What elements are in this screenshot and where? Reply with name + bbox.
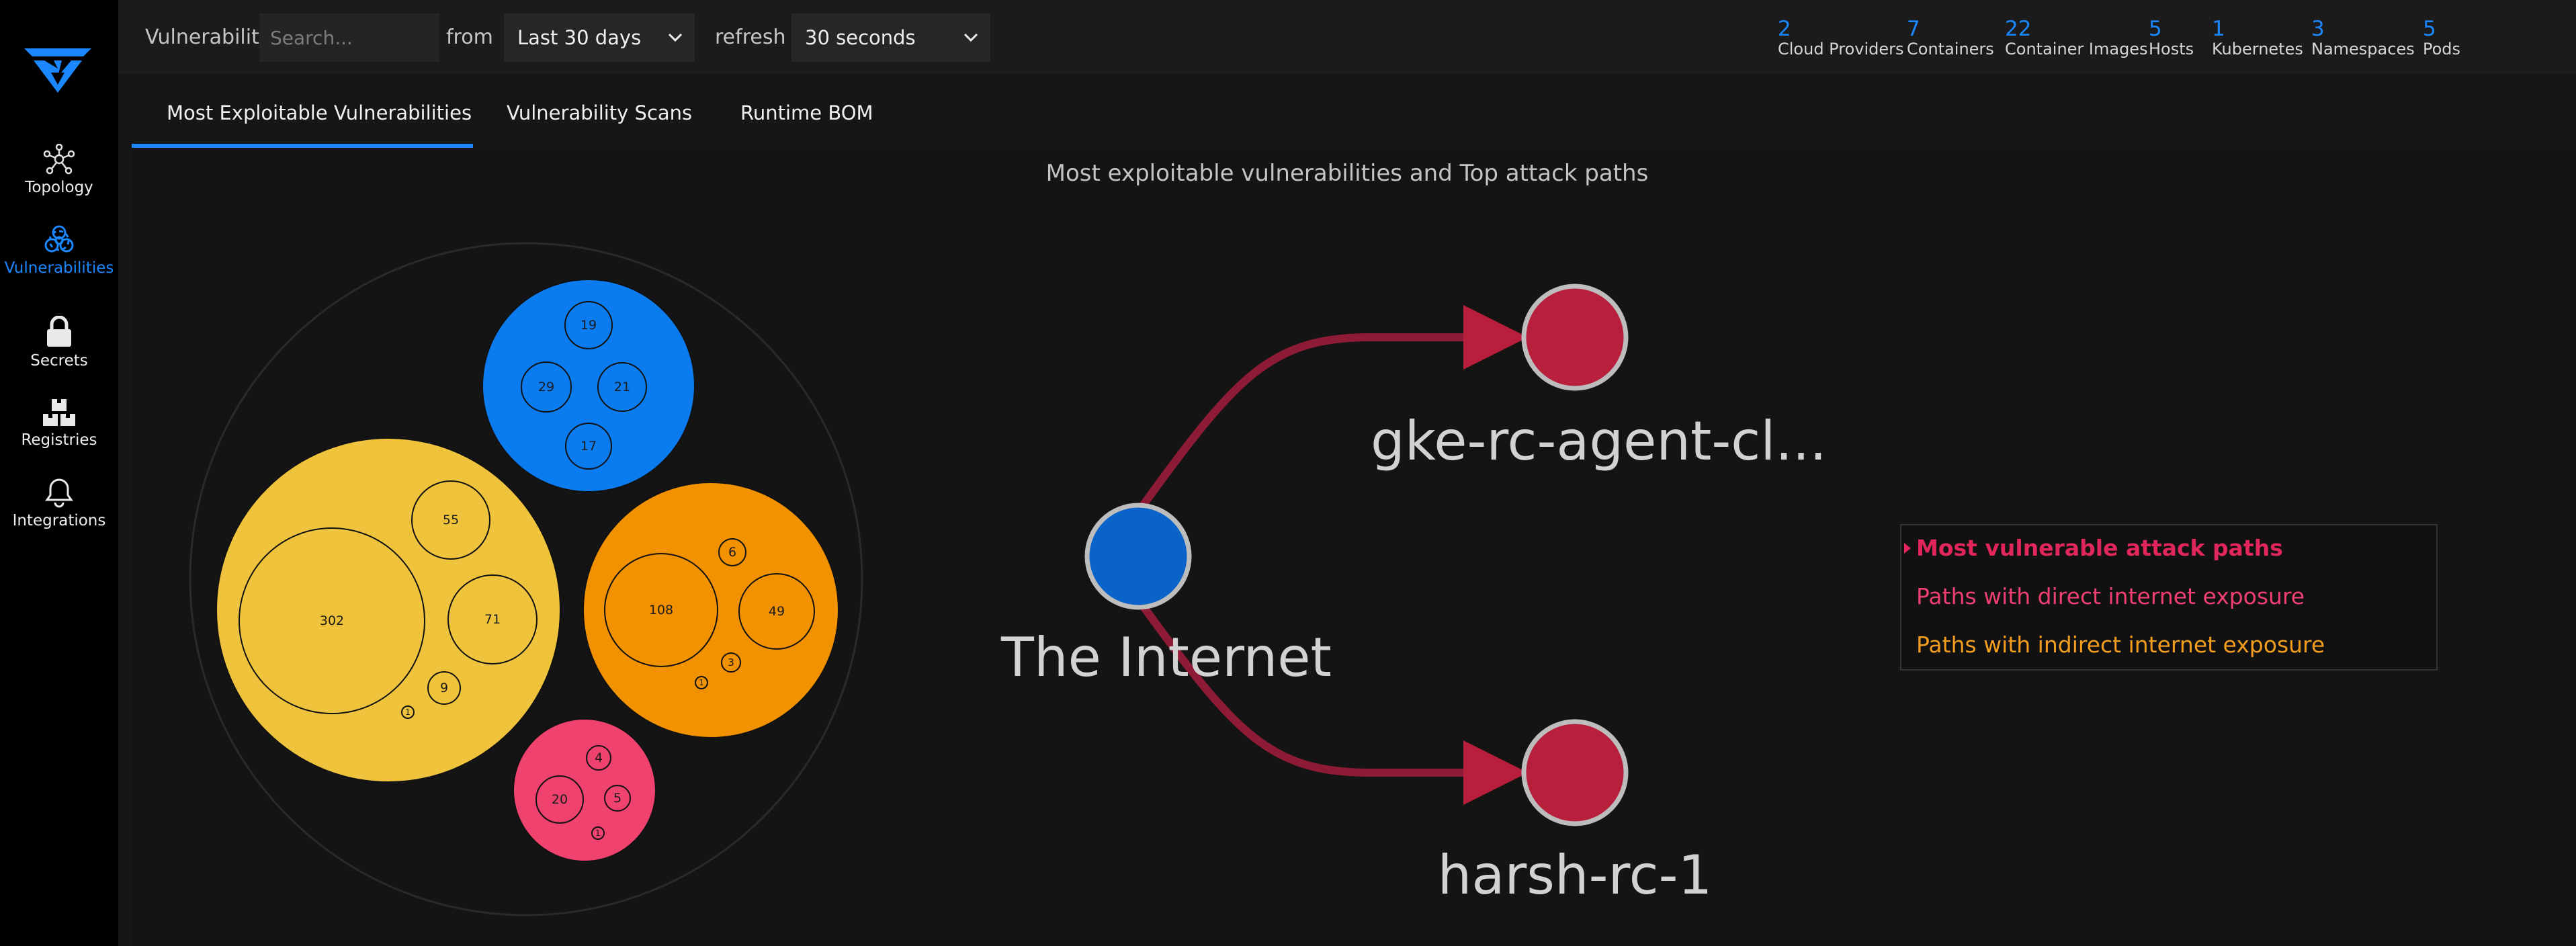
- node-harsh-rc-1[interactable]: [1521, 719, 1629, 826]
- bubble-value: 55: [443, 513, 459, 527]
- bubble-value: 21: [614, 380, 630, 394]
- bubble-value: 19: [581, 318, 597, 333]
- bubble-value: 1: [405, 707, 411, 717]
- bubble-value: 1: [595, 828, 601, 838]
- bubble-value: 3: [728, 656, 734, 669]
- bubble-value: 6: [728, 545, 736, 560]
- bubble-value: 29: [538, 380, 554, 394]
- bubble-value: 1: [699, 678, 704, 687]
- bubble-value: 17: [581, 439, 597, 454]
- attack-path-legend: Most vulnerable attack paths Paths with …: [1900, 524, 2438, 671]
- bubble-group-high[interactable]: 108 49 6 3 1: [583, 482, 839, 738]
- legend-item-most-vulnerable[interactable]: Most vulnerable attack paths: [1904, 535, 2283, 561]
- bubble-group-critical[interactable]: 20 4 5 1: [513, 718, 656, 862]
- vulnerability-visualization: 19 29 21 17 302 55 71 9 1 108 49 6 3 1 2…: [189, 242, 1629, 916]
- bubble-group-medium[interactable]: 302 55 71 9 1: [216, 437, 561, 783]
- legend-label: Paths with indirect internet exposure: [1916, 632, 2325, 658]
- bubble-value: 5: [613, 791, 621, 806]
- bubble-value: 108: [649, 603, 673, 617]
- node-the-internet[interactable]: [1084, 503, 1192, 610]
- node-label-gke-rc-agent: gke-rc-agent-cl...: [1371, 410, 1827, 472]
- bubble-value: 71: [484, 612, 501, 627]
- node-gke-rc-agent[interactable]: [1521, 284, 1629, 391]
- bubble-group-low[interactable]: 19 29 21 17: [482, 279, 695, 492]
- legend-label: Paths with direct internet exposure: [1916, 583, 2305, 609]
- bubble-value: 9: [440, 681, 448, 695]
- node-label-harsh-rc-1: harsh-rc-1: [1437, 844, 1713, 906]
- legend-label: Most vulnerable attack paths: [1916, 535, 2283, 561]
- bubble-value: 302: [320, 613, 344, 628]
- caret-right-icon: [1904, 543, 1911, 554]
- bubble-value: 4: [595, 750, 603, 765]
- legend-item-indirect-exposure[interactable]: Paths with indirect internet exposure: [1916, 632, 2325, 658]
- bubble-value: 20: [552, 792, 568, 807]
- legend-item-direct-exposure[interactable]: Paths with direct internet exposure: [1916, 583, 2305, 609]
- node-label-the-internet: The Internet: [1001, 626, 1332, 689]
- bubble-value: 49: [769, 604, 785, 619]
